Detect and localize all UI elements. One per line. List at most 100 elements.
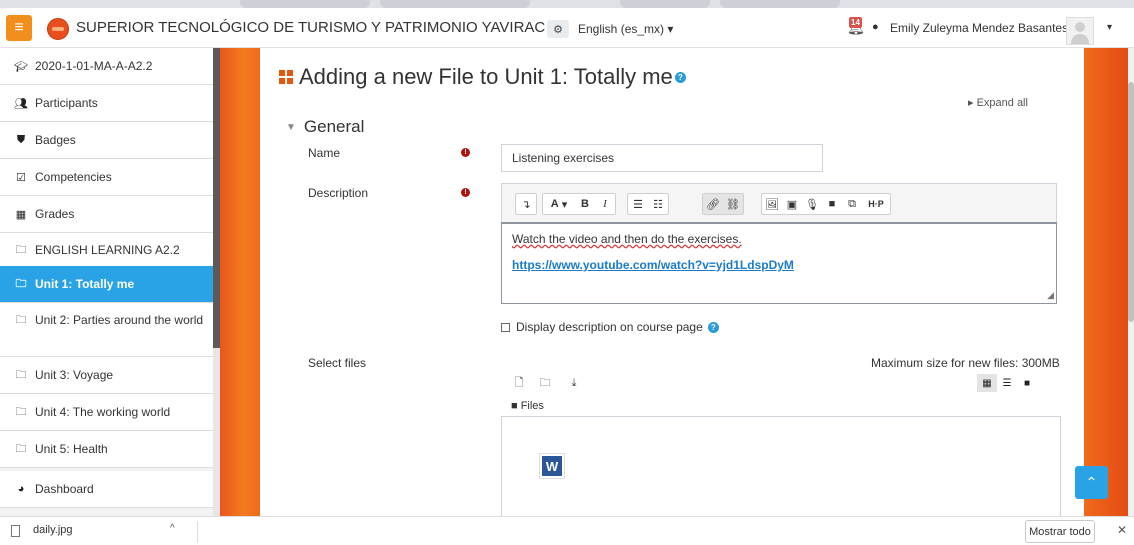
ordered-list-button[interactable]: ☷ (648, 194, 668, 214)
collapse-triangle-icon: ▼ (286, 121, 296, 133)
drawer-item-competencies[interactable]: ☑ Competencies (0, 159, 213, 196)
folder-icon: 🗀 (15, 442, 27, 455)
manage-files-button[interactable]: ⧉ (842, 194, 862, 214)
create-folder-icon[interactable]: 🗀 (536, 374, 554, 392)
drawer-item-label: Unit 5: Health (35, 442, 108, 456)
language-settings-icon[interactable]: ⚙ (547, 20, 569, 38)
list-view-icon[interactable]: ☰ (997, 374, 1017, 392)
user-name[interactable]: Emily Zuleyma Mendez Basantes (890, 21, 1068, 35)
download-icon[interactable]: ⤓ (565, 374, 583, 392)
drawer-scrollbar[interactable] (213, 48, 220, 516)
drawer-item-label: Unit 3: Voyage (35, 368, 114, 382)
drawer-item-participants[interactable]: 👥︎ Participants (0, 85, 213, 122)
avatar[interactable] (1066, 17, 1094, 45)
drawer-scroll-thumb[interactable] (213, 48, 220, 348)
toolbar-group: A ▾ B I (542, 193, 616, 215)
close-icon[interactable]: ✕ (1117, 523, 1127, 537)
show-all-button[interactable]: Mostrar todo (1025, 520, 1095, 543)
description-text: Watch the video and then do the exercise… (512, 232, 742, 246)
bold-button[interactable]: B (575, 194, 595, 214)
drawer-item-unit-5[interactable]: 🗀 Unit 5: Health (0, 431, 213, 468)
shield-icon: ⛊ (16, 133, 26, 146)
page-scroll-thumb[interactable] (1128, 82, 1134, 322)
toolbar-group: 🖼︎ ▣ 🎙︎ ■ ⧉ H·P (761, 193, 891, 215)
drawer-item-unit-4[interactable]: 🗀 Unit 4: The working world (0, 394, 213, 431)
grid-view-icon[interactable]: ▦ (977, 374, 997, 392)
section-general-header[interactable]: ▼ General (286, 117, 364, 137)
drawer-item-dashboard[interactable]: ◕ Dashboard (0, 471, 213, 508)
dashboard-icon: ◕ (17, 483, 25, 495)
drawer-item-label: Grades (35, 207, 75, 221)
site-logo[interactable] (47, 18, 69, 40)
divider (197, 521, 198, 543)
help-icon[interactable]: ? (674, 71, 686, 83)
file-drop-area[interactable]: W (501, 416, 1061, 516)
nav-drawer: 🎓︎ 2020-1-01-MA-A-A2.2 👥︎ Participants ⛊… (0, 48, 213, 516)
drawer-item-english-learning[interactable]: 🗀 ENGLISH LEARNING A2.2 (0, 233, 213, 268)
folder-icon: 🗀 (15, 405, 27, 418)
hamburger-icon: ≡ (14, 19, 24, 36)
download-file-name[interactable]: daily.jpg (33, 524, 73, 536)
unlink-button[interactable]: ⛓ (723, 194, 743, 214)
help-icon[interactable]: ? (707, 321, 719, 333)
chevron-down-icon[interactable]: ▾ (1107, 22, 1112, 33)
display-description-option[interactable]: Display description on course page ? (501, 320, 719, 334)
name-field[interactable]: Listening exercises (501, 144, 823, 172)
browser-tab[interactable] (240, 0, 370, 8)
drawer-item-unit-3[interactable]: 🗀 Unit 3: Voyage (0, 357, 213, 394)
users-icon: 👥︎ (14, 97, 28, 110)
unordered-list-button[interactable]: ☰ (628, 194, 648, 214)
download-bar: daily.jpg ^ Mostrar todo ✕ (0, 516, 1134, 545)
notification-count-badge: 14 (849, 17, 862, 28)
drawer-item-course[interactable]: 🎓︎ 2020-1-01-MA-A-A2.2 (0, 48, 213, 85)
page-scrollbar[interactable] (1128, 48, 1134, 516)
messages-icon[interactable]: ● (872, 21, 879, 33)
page-background-right (1084, 48, 1128, 516)
record-video-button[interactable]: ■ (822, 194, 842, 214)
font-style-button[interactable]: A ▾ (543, 194, 575, 214)
drawer-item-unit-1[interactable]: 🗀 Unit 1: Totally me (0, 266, 213, 303)
max-size-note: Maximum size for new files: 300MB (871, 356, 1060, 370)
record-audio-button[interactable]: 🎙︎ (802, 194, 822, 214)
toolbar-toggle-button[interactable]: ↴ (516, 194, 536, 214)
description-link[interactable]: https://www.youtube.com/watch?v=yjd1Ldsp… (512, 258, 1046, 272)
tree-view-icon[interactable]: ■ (1017, 374, 1037, 392)
italic-button[interactable]: I (595, 194, 615, 214)
menu-toggle-button[interactable]: ≡ (6, 15, 32, 41)
insert-image-button[interactable]: 🖼︎ (762, 194, 782, 214)
add-file-icon[interactable]: 🗋 (510, 374, 528, 392)
page-title: Adding a new File to Unit 1: Totally me … (279, 64, 686, 90)
language-menu[interactable]: English (es_mx) ▾ (578, 22, 673, 36)
word-file-icon[interactable]: W (539, 453, 565, 479)
h5p-button[interactable]: H·P (862, 194, 890, 214)
drawer-item-label: Participants (35, 96, 98, 110)
browser-tab[interactable] (720, 0, 840, 8)
browser-tab[interactable] (620, 0, 710, 8)
table-icon: ▦ (15, 208, 27, 221)
drawer-item-unit-2[interactable]: 🗀 Unit 2: Parties around the world (0, 303, 213, 357)
resize-handle-icon[interactable]: ◢ (1047, 290, 1054, 301)
drawer-item-label: Competencies (35, 170, 112, 184)
chevron-up-icon[interactable]: ^ (170, 523, 175, 534)
drawer-item-label: 2020-1-01-MA-A-A2.2 (35, 59, 153, 73)
site-name[interactable]: SUPERIOR TECNOLÓGICO DE TURISMO Y PATRIM… (76, 19, 545, 36)
view-switcher: ▦ ☰ ■ (977, 374, 1037, 392)
files-path[interactable]: ■ Files (511, 400, 544, 412)
editor-toolbar: ↴ A ▾ B I ☰ ☷ 🔗︎ ⛓ 🖼︎ ▣ 🎙︎ ■ ⧉ H·P (501, 183, 1057, 222)
drawer-item-badges[interactable]: ⛊ Badges (0, 122, 213, 159)
link-button[interactable]: 🔗︎ (703, 194, 723, 214)
top-navbar: ≡ SUPERIOR TECNOLÓGICO DE TURISMO Y PATR… (0, 8, 1134, 48)
drawer-item-label: Badges (35, 133, 76, 147)
expand-all-link[interactable]: ▸ Expand all (968, 96, 1028, 109)
insert-media-button[interactable]: ▣ (782, 194, 802, 214)
file-module-icon (279, 70, 293, 84)
folder-icon: 🗀 (15, 243, 27, 256)
drawer-item-grades[interactable]: ▦ Grades (0, 196, 213, 233)
toolbar-group: 🔗︎ ⛓ (702, 193, 744, 215)
browser-tab[interactable] (380, 0, 530, 8)
folder-icon: 🗀 (15, 368, 27, 381)
display-description-checkbox[interactable] (501, 322, 510, 332)
toolbar-group: ↴ (515, 193, 537, 215)
back-to-top-button[interactable]: ⌃ (1075, 466, 1108, 499)
description-editor[interactable]: Watch the video and then do the exercise… (501, 222, 1057, 304)
